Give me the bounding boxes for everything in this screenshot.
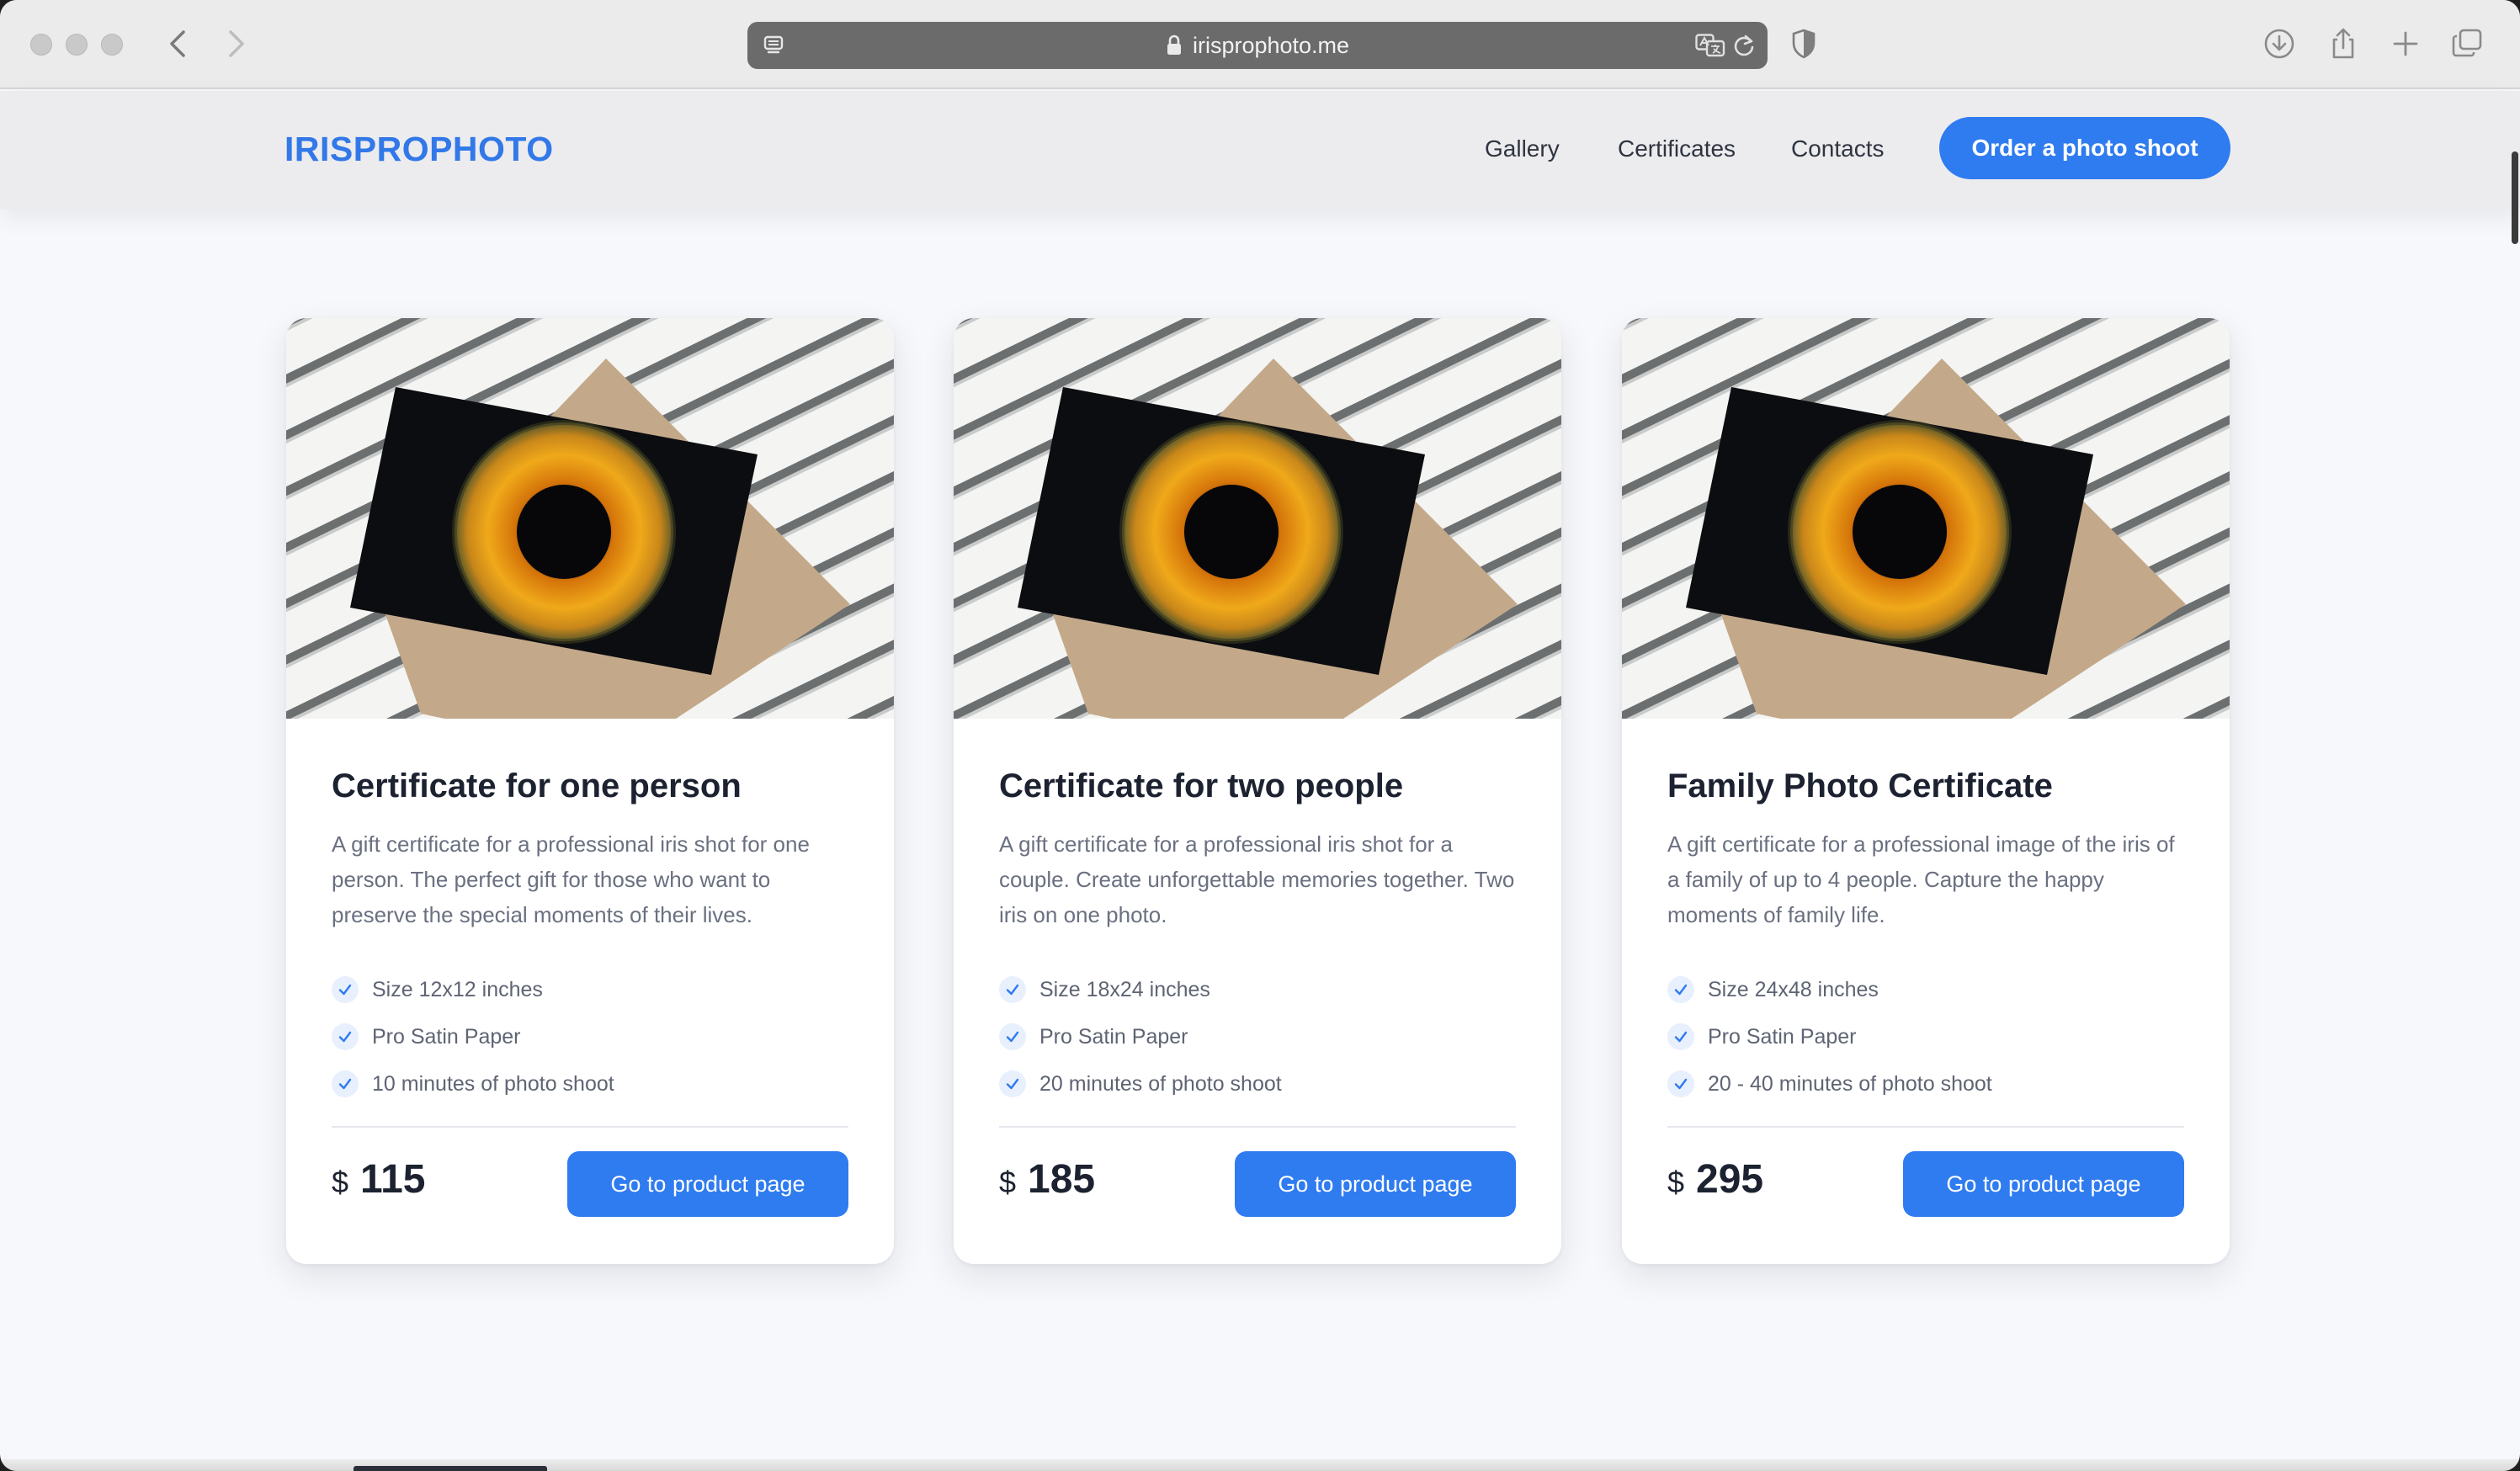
feature-text: 10 minutes of photo shoot [372, 1071, 614, 1096]
iris-certificate-photo [286, 318, 894, 719]
feature-item: Size 12x12 inches [332, 966, 614, 1013]
url-text: irisprophoto.me [1192, 32, 1350, 58]
feature-item: 20 - 40 minutes of photo shoot [1667, 1060, 1992, 1107]
feature-text: Pro Satin Paper [372, 1024, 521, 1049]
forward-button[interactable] [215, 22, 258, 66]
dock-indicator [354, 1466, 547, 1471]
go-to-product-button[interactable]: Go to product page [1903, 1151, 2184, 1217]
checkmark-icon [332, 976, 359, 1003]
card-price: $ 295 [1667, 1156, 1763, 1203]
new-tab-icon[interactable] [2387, 25, 2424, 62]
checkmark-icon [1667, 1070, 1694, 1097]
feature-item: Pro Satin Paper [1667, 1013, 1992, 1060]
go-to-product-button[interactable]: Go to product page [1235, 1151, 1516, 1217]
close-window-button[interactable] [30, 34, 52, 56]
feature-item: Pro Satin Paper [332, 1013, 614, 1060]
privacy-shield-icon[interactable] [1791, 29, 1816, 59]
checkmark-icon [1667, 1023, 1694, 1050]
window-controls [30, 34, 123, 56]
checkmark-icon [1667, 976, 1694, 1003]
product-card: Family Photo Certificate A gift certific… [1622, 318, 2230, 1264]
feature-list: Size 12x12 inches Pro Satin Paper 10 min… [332, 966, 614, 1107]
product-card: Certificate for two people A gift certif… [954, 318, 1561, 1264]
feature-text: Size 12x12 inches [372, 977, 543, 1001]
reload-icon[interactable] [1732, 34, 1756, 57]
price-currency: $ [332, 1165, 349, 1199]
card-description: A gift certificate for a professional ir… [999, 831, 1515, 927]
checkmark-icon [999, 976, 1026, 1003]
chevron-left-icon [170, 30, 185, 57]
price-amount: 295 [1696, 1157, 1764, 1202]
page-scrollbar[interactable] [2512, 151, 2518, 244]
iris-certificate-photo [954, 318, 1561, 719]
browser-window: irisprophoto.me IRISPROPHOTO Gallery Cer… [0, 0, 2520, 1471]
price-currency: $ [999, 1165, 1017, 1199]
feature-item: 10 minutes of photo shoot [332, 1060, 614, 1107]
nav-link-gallery[interactable]: Gallery [1485, 135, 1560, 162]
feature-item: Size 18x24 inches [999, 966, 1282, 1013]
checkmark-icon [999, 1070, 1026, 1097]
card-price: $ 115 [332, 1156, 425, 1203]
card-price: $ 185 [999, 1156, 1095, 1203]
site-logo[interactable]: IRISPROPHOTO [284, 130, 554, 169]
product-card: Certificate for one person A gift certif… [286, 318, 894, 1264]
iris-certificate-photo [1622, 318, 2230, 719]
price-currency: $ [1667, 1165, 1685, 1199]
card-title: Family Photo Certificate [1667, 767, 2053, 805]
share-icon[interactable] [2325, 25, 2362, 62]
feature-item: Size 24x48 inches [1667, 966, 1992, 1013]
card-title: Certificate for one person [332, 767, 742, 805]
price-amount: 115 [360, 1157, 426, 1202]
checkmark-icon [999, 1023, 1026, 1050]
url-display[interactable]: irisprophoto.me [747, 22, 1768, 69]
feature-text: 20 - 40 minutes of photo shoot [1708, 1071, 1992, 1096]
chevron-right-icon [229, 30, 244, 57]
go-to-product-button[interactable]: Go to product page [567, 1151, 848, 1217]
tab-overview-icon[interactable] [2449, 25, 2486, 62]
nav-link-contacts[interactable]: Contacts [1791, 135, 1885, 162]
card-title: Certificate for two people [999, 767, 1404, 805]
card-description: A gift certificate for a professional ir… [332, 831, 810, 927]
card-divider [999, 1126, 1516, 1128]
checkmark-icon [332, 1070, 359, 1097]
feature-item: 20 minutes of photo shoot [999, 1060, 1282, 1107]
maximize-window-button[interactable] [101, 34, 123, 56]
order-photo-shoot-button[interactable]: Order a photo shoot [1939, 117, 2230, 179]
card-description: A gift certificate for a professional im… [1667, 831, 2175, 927]
downloads-icon[interactable] [2261, 25, 2298, 62]
feature-text: 20 minutes of photo shoot [1039, 1071, 1282, 1096]
price-amount: 185 [1028, 1157, 1096, 1202]
browser-toolbar: irisprophoto.me [0, 0, 2520, 89]
checkmark-icon [332, 1023, 359, 1050]
nav-link-certificates[interactable]: Certificates [1618, 135, 1736, 162]
translate-icon[interactable] [1695, 34, 1725, 57]
lock-icon [1167, 35, 1181, 55]
address-bar[interactable]: irisprophoto.me [747, 22, 1768, 69]
site-header: IRISPROPHOTO Gallery Certificates Contac… [0, 91, 2520, 209]
feature-text: Size 24x48 inches [1708, 977, 1879, 1001]
feature-item: Pro Satin Paper [999, 1013, 1282, 1060]
back-button[interactable] [157, 22, 199, 66]
feature-text: Size 18x24 inches [1039, 977, 1210, 1001]
feature-list: Size 24x48 inches Pro Satin Paper 20 - 4… [1667, 966, 1992, 1107]
minimize-window-button[interactable] [66, 34, 88, 56]
feature-list: Size 18x24 inches Pro Satin Paper 20 min… [999, 966, 1282, 1107]
feature-text: Pro Satin Paper [1039, 1024, 1188, 1049]
card-divider [332, 1126, 848, 1128]
card-divider [1667, 1126, 2184, 1128]
feature-text: Pro Satin Paper [1708, 1024, 1857, 1049]
